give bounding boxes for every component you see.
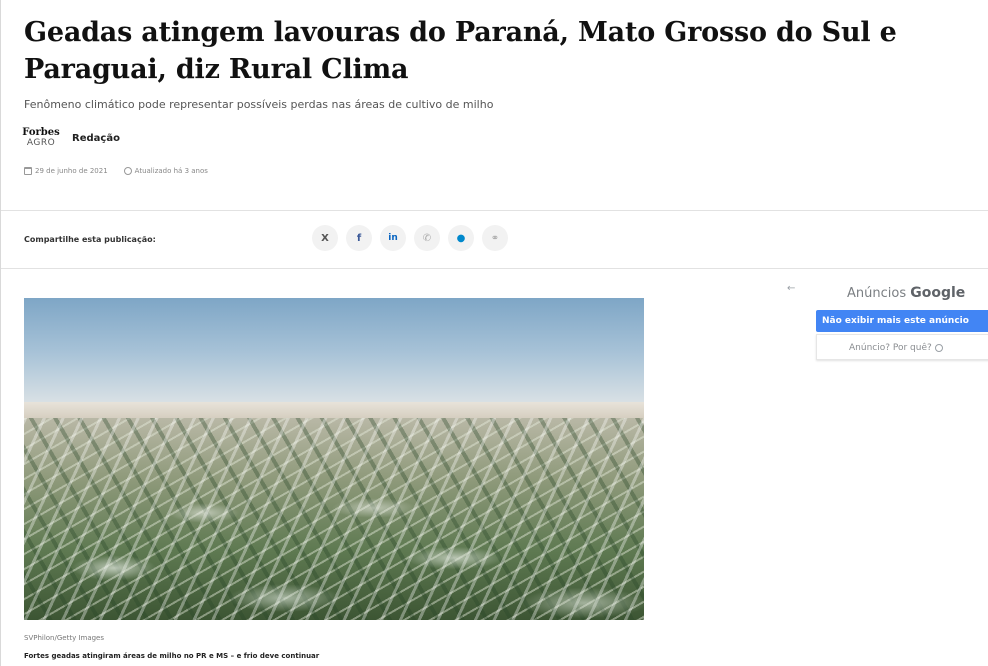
byline: Forbes AGRO Redação [22,127,120,149]
share-buttons: X f in ✆ ● ⚭ [312,225,508,251]
link-icon: ⚭ [490,232,500,244]
updated-time: Atualizado há 3 anos [123,167,208,175]
article-page: Geadas atingem lavouras do Paraná, Mato … [0,0,988,666]
clock-icon [123,167,132,175]
article-subtitle: Fenômeno climático pode representar poss… [24,98,494,111]
ad-back-arrow-icon[interactable]: ← [787,283,795,294]
hero-image [24,298,644,620]
share-telegram-button[interactable]: ● [448,225,474,251]
facebook-icon: f [356,232,362,244]
ad-dismiss-button[interactable]: Não exibir mais este anúncio [816,310,988,332]
share-x-button[interactable]: X [312,225,338,251]
publish-date-text: 29 de junho de 2021 [35,167,108,175]
share-whatsapp-button[interactable]: ✆ [414,225,440,251]
x-icon: X [321,232,329,244]
publish-date: 29 de junho de 2021 [24,167,108,175]
share-label: Compartilhe esta publicação: [24,235,156,244]
image-credit: SVPhilon/Getty Images [24,634,105,642]
logo-line-2: AGRO [26,138,56,148]
divider-top [1,210,988,211]
article-meta: 29 de junho de 2021 Atualizado há 3 anos [24,167,208,175]
hero-frost-overlay [24,418,644,620]
image-caption: Fortes geadas atingiram áreas de milho n… [24,652,320,660]
ad-why-button[interactable]: Anúncio? Por quê? [816,334,988,360]
forbes-agro-logo[interactable]: Forbes AGRO [22,127,60,149]
share-facebook-button[interactable]: f [346,225,372,251]
calendar-icon [24,167,32,175]
google-brand: Google [910,285,966,301]
info-icon [934,343,943,352]
ad-label: Anúncios [847,286,907,301]
share-linkedin-button[interactable]: in [380,225,406,251]
author-name[interactable]: Redação [72,133,120,144]
telegram-icon: ● [456,232,466,244]
logo-line-1: Forbes [22,127,60,138]
article-headline: Geadas atingem lavouras do Paraná, Mato … [24,17,897,85]
ad-why-text: Anúncio? Por quê? [849,343,932,353]
ad-header: Anúncios Google [847,285,965,301]
whatsapp-icon: ✆ [422,232,432,244]
hero-sky [24,298,644,418]
linkedin-icon: in [388,233,398,243]
copy-link-button[interactable]: ⚭ [482,225,508,251]
divider-bottom [1,268,988,269]
updated-time-text: Atualizado há 3 anos [134,167,208,175]
